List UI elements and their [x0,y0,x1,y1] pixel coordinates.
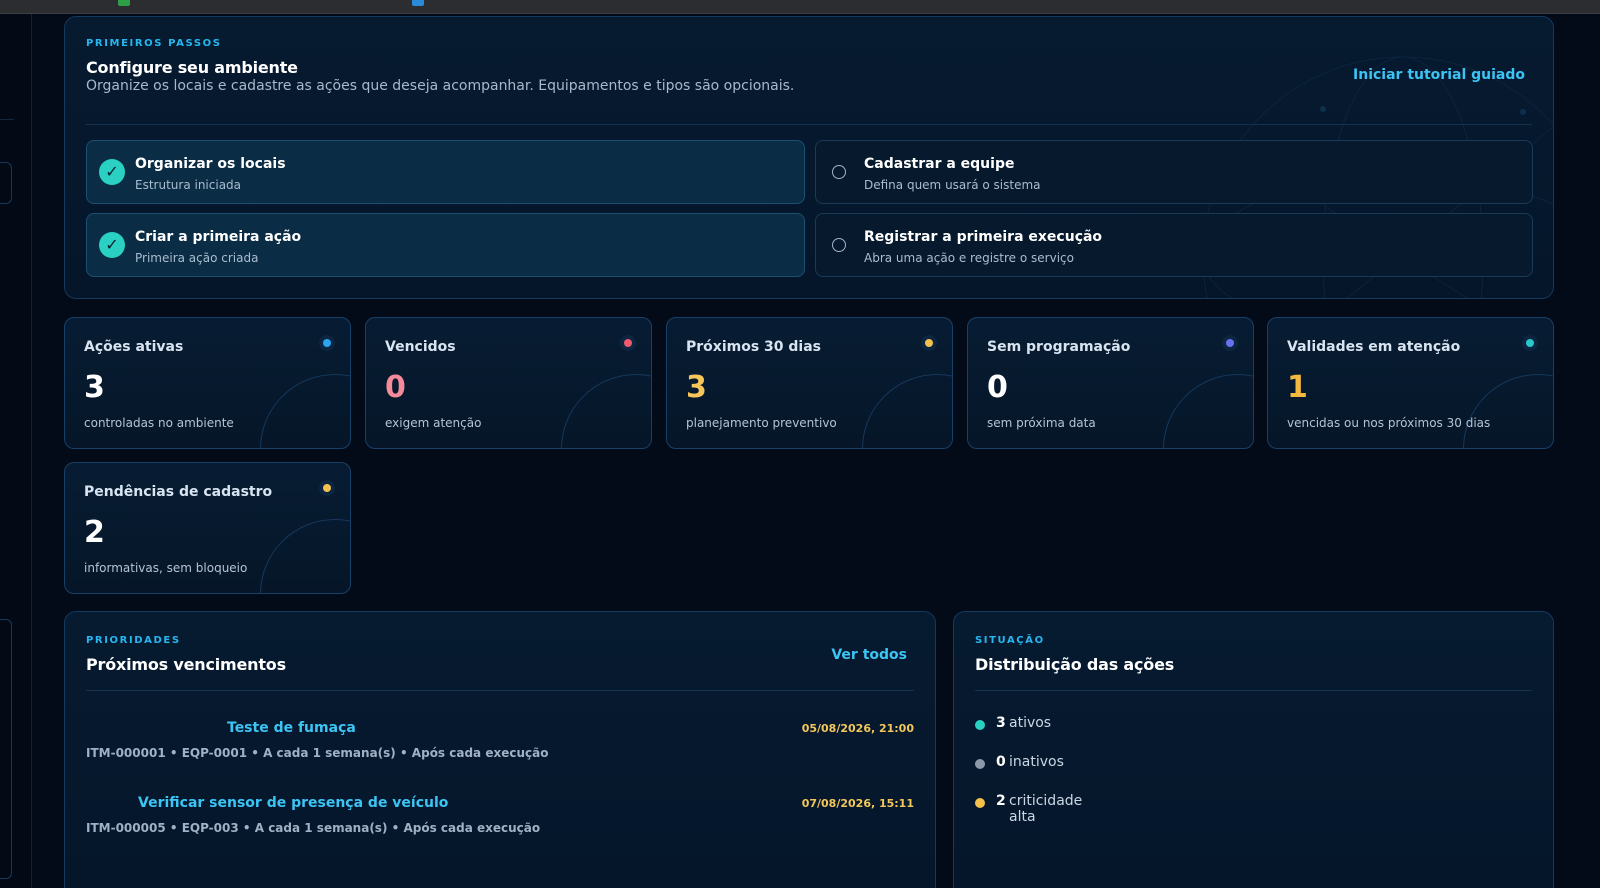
metric-title: Validades em atenção [1287,339,1461,355]
metric-card-unscheduled[interactable]: Sem programação 0 sem próxima data [967,317,1254,449]
metric-value: 3 [84,370,105,405]
step-create-first-action[interactable]: ✓ Criar a primeira ação Primeira ação cr… [86,213,805,277]
card-arc-decoration [260,374,350,448]
status-dot-icon [319,335,335,351]
status-dot-fill [624,339,632,347]
due-item-date: 07/08/2026, 15:11 [801,797,914,810]
step-title: Cadastrar a equipe [864,156,1015,172]
metric-card-active-actions[interactable]: Ações ativas 3 controladas no ambiente [64,317,351,449]
metric-subtitle: controladas no ambiente [84,416,234,430]
browser-bookmark-bar [0,0,1600,14]
step-title: Organizar os locais [135,156,286,172]
sidebar [0,14,32,888]
due-item-date: 05/08/2026, 21:00 [801,722,914,735]
onboarding-divider [86,124,1532,125]
step-organize-locations[interactable]: ✓ Organizar os locais Estrutura iniciada [86,140,805,204]
situation-divider [975,690,1532,691]
due-item-meta: ITM-000005 • EQP-003 • A cada 1 semana(s… [86,821,541,835]
list-item[interactable]: Verificar sensor de presença de veículo … [86,795,914,845]
situation-panel: SITUAÇÃO Distribuição das ações 3 ativos… [953,611,1554,888]
status-dot-fill [1526,339,1534,347]
status-dot-fill [323,484,331,492]
sidebar-panel [0,619,12,879]
sidebar-item[interactable] [0,162,12,204]
status-dot-icon [620,335,636,351]
step-subtitle: Abra uma ação e registre o serviço [864,251,1074,265]
stat-dot-icon [975,798,985,808]
check-icon: ✓ [99,159,125,185]
bookmark-icon-blue[interactable] [412,0,424,6]
card-arc-decoration [260,519,350,593]
stat-count: 3 [996,715,1006,731]
step-subtitle: Primeira ação criada [135,251,259,265]
card-arc-decoration [1163,374,1253,448]
metric-title: Próximos 30 dias [686,339,821,355]
onboarding-subtitle: Organize os locais e cadastre as ações q… [86,78,795,94]
metric-value: 2 [84,515,105,550]
step-title: Criar a primeira ação [135,229,302,245]
status-dot-fill [925,339,933,347]
card-arc-decoration [1463,374,1553,448]
metric-subtitle: planejamento preventivo [686,416,837,430]
metric-card-registration-pending[interactable]: Pendências de cadastro 2 informativas, s… [64,462,351,594]
onboarding-panel: PRIMEIROS PASSOS Configure seu ambiente … [64,16,1554,299]
priorities-panel: PRIORIDADES Próximos vencimentos Ver tod… [64,611,936,888]
bookmark-icon-green[interactable] [118,0,130,6]
sidebar-divider [0,119,14,120]
card-arc-decoration [862,374,952,448]
onboarding-title: Configure seu ambiente [86,58,298,77]
metric-value: 3 [686,370,707,405]
metric-subtitle: informativas, sem bloqueio [84,561,248,575]
start-tutorial-link[interactable]: Iniciar tutorial guiado [1353,67,1525,83]
card-arc-decoration [561,374,651,448]
status-dot-icon [921,335,937,351]
due-item-title[interactable]: Verificar sensor de presença de veículo [138,795,448,811]
metric-subtitle: vencidas ou nos próximos 30 dias [1287,416,1491,430]
circle-icon [832,238,846,252]
metric-subtitle: exigem atenção [385,416,482,430]
stat-dot-icon [975,759,985,769]
status-dot-fill [323,339,331,347]
priorities-title: Próximos vencimentos [86,655,286,674]
onboarding-eyebrow: PRIMEIROS PASSOS [86,38,222,49]
metric-subtitle: sem próxima data [987,416,1096,430]
stat-label: inativos [1009,754,1064,770]
step-register-team[interactable]: Cadastrar a equipe Defina quem usará o s… [815,140,1533,204]
priorities-divider [86,690,914,691]
metric-title: Vencidos [385,339,456,355]
stat-label: criticidade alta [1009,793,1083,825]
circle-icon [832,165,846,179]
status-dot-fill [1226,339,1234,347]
stat-count: 0 [996,754,1006,770]
view-all-link[interactable]: Ver todos [831,647,907,663]
due-item-title[interactable]: Teste de fumaça [227,720,356,736]
step-subtitle: Defina quem usará o sistema [864,178,1041,192]
priorities-eyebrow: PRIORIDADES [86,635,181,646]
step-subtitle: Estrutura iniciada [135,178,242,192]
metric-value: 0 [987,370,1008,405]
metric-title: Sem programação [987,339,1131,355]
metric-card-overdue[interactable]: Vencidos 0 exigem atenção [365,317,652,449]
metric-title: Ações ativas [84,339,184,355]
metric-value: 0 [385,370,406,405]
step-register-first-execution[interactable]: Registrar a primeira execução Abra uma a… [815,213,1533,277]
stat-dot-icon [975,720,985,730]
stat-label: ativos [1009,715,1052,731]
status-dot-icon [319,480,335,496]
situation-title: Distribuição das ações [975,655,1175,674]
metric-card-validity-attention[interactable]: Validades em atenção 1 vencidas ou nos p… [1267,317,1554,449]
step-title: Registrar a primeira execução [864,229,1103,245]
situation-eyebrow: SITUAÇÃO [975,635,1045,646]
metric-title: Pendências de cadastro [84,484,273,500]
list-item[interactable]: Teste de fumaça 05/08/2026, 21:00 ITM-00… [86,720,914,770]
stat-count: 2 [996,793,1006,809]
status-dot-icon [1222,335,1238,351]
metric-value: 1 [1287,370,1308,405]
check-icon: ✓ [99,232,125,258]
status-dot-icon [1522,335,1538,351]
metric-card-next-30-days[interactable]: Próximos 30 dias 3 planejamento preventi… [666,317,953,449]
due-item-meta: ITM-000001 • EQP-0001 • A cada 1 semana(… [86,746,549,760]
